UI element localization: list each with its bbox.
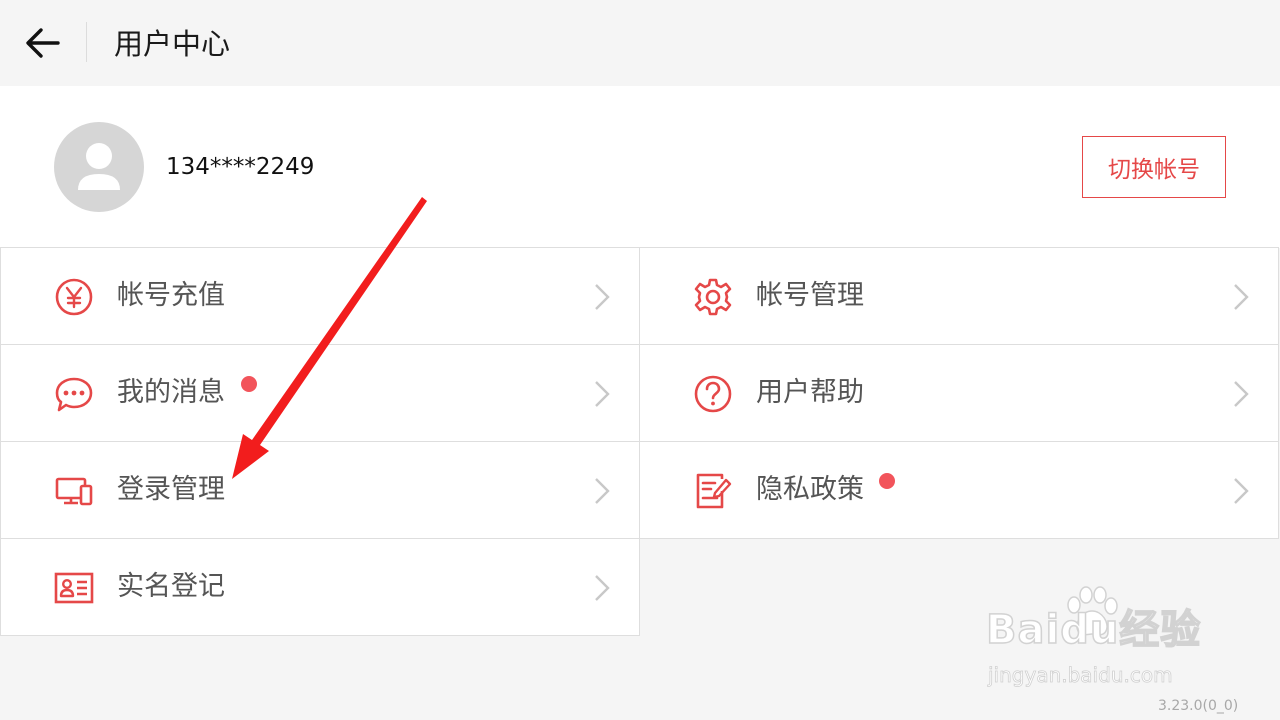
chevron-right-icon [595,284,610,310]
menu-item-privacy[interactable]: 隐私政策 [639,441,1279,539]
menu-item-help[interactable]: 用户帮助 [639,344,1279,442]
menu-label: 实名登记 [117,571,225,602]
chevron-right-icon [595,381,610,407]
account-phone: 134****2249 [166,154,315,180]
page-title: 用户中心 [114,27,231,61]
gear-icon [693,277,733,317]
arrow-left-icon [26,28,60,58]
menu-label: 我的消息 [117,377,225,408]
paw-logo-icon [1067,586,1118,636]
menu-label: 用户帮助 [756,377,864,408]
menu-label: 登录管理 [117,474,225,505]
chevron-right-icon [1234,284,1249,310]
user-avatar-icon [78,143,120,190]
header-bar: 用户中心 [0,0,1280,86]
menu-item-recharge[interactable]: 帐号充值 [0,247,640,345]
back-button[interactable] [18,20,66,66]
menu-item-messages[interactable]: 我的消息 [0,344,640,442]
user-center-page: 用户中心 134****2249 切换帐号 帐号充值 帐号管理 我的消息 用户帮… [0,0,1280,720]
id-card-icon [54,568,94,608]
chevron-right-icon [1234,381,1249,407]
header-divider [86,22,87,62]
baidu-watermark: Baidu经验 jingyan.baidu.com [980,585,1240,695]
yuan-icon [54,277,94,317]
unread-badge [879,473,895,489]
policy-icon [693,471,733,511]
app-version: 3.23.0(0_0) [1158,698,1239,714]
watermark-url: jingyan.baidu.com [988,663,1173,688]
avatar[interactable] [54,122,144,212]
menu-item-realname[interactable]: 实名登记 [0,538,640,636]
question-icon [693,374,733,414]
chevron-right-icon [1234,478,1249,504]
devices-icon [54,471,94,511]
chevron-right-icon [595,478,610,504]
menu-label: 隐私政策 [756,474,864,505]
unread-badge [241,376,257,392]
watermark-logo-text: Baidu经验 [985,606,1202,654]
profile-section: 134****2249 切换帐号 [0,86,1280,248]
switch-account-button[interactable]: 切换帐号 [1082,136,1226,198]
chevron-right-icon [595,575,610,601]
menu-item-account-manage[interactable]: 帐号管理 [639,247,1279,345]
menu-item-login-manage[interactable]: 登录管理 [0,441,640,539]
menu-label: 帐号充值 [117,280,225,311]
menu-label: 帐号管理 [756,280,864,311]
chat-bubble-icon [54,374,94,414]
